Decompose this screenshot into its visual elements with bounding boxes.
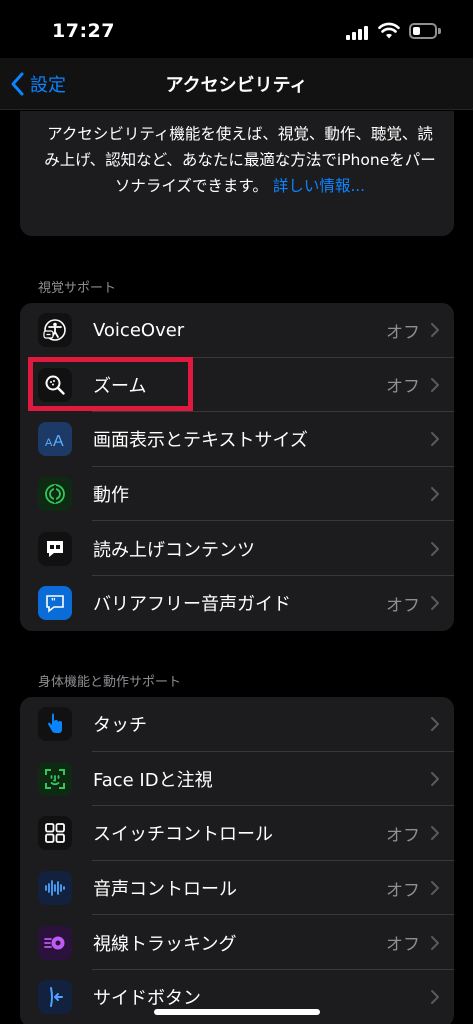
- eye-tracking-icon: [38, 925, 72, 960]
- row-switch-control[interactable]: スイッチコントロール オフ: [20, 806, 454, 861]
- status-time: 17:27: [52, 20, 115, 42]
- row-value: オフ: [386, 377, 420, 398]
- row-label: タッチ: [93, 715, 147, 737]
- chevron-right-icon: [431, 717, 439, 732]
- chevron-right-icon: [431, 323, 439, 338]
- battery-icon: [409, 23, 437, 39]
- home-indicator[interactable]: [154, 1009, 320, 1015]
- row-label: VoiceOver: [93, 319, 185, 341]
- chevron-right-icon: [431, 541, 439, 556]
- row-voiceover[interactable]: VoiceOver オフ: [20, 303, 454, 358]
- face-id-icon: [38, 761, 72, 796]
- row-value: オフ: [386, 935, 420, 956]
- row-motion[interactable]: 動作: [20, 467, 454, 522]
- row-touch[interactable]: タッチ: [20, 697, 454, 752]
- row-label: 音声コントロール: [93, 879, 237, 901]
- intro-card: アクセシビリティ機能を使えば、視覚、動作、聴覚、読み上げ、認知など、あなたに最適…: [20, 111, 454, 236]
- text-size-icon: AA: [38, 422, 72, 457]
- chevron-right-icon: [431, 990, 439, 1005]
- status-bar: 17:27: [0, 0, 473, 60]
- row-value: オフ: [386, 595, 420, 616]
- intro-text: アクセシビリティ機能を使えば、視覚、動作、聴覚、読み上げ、認知など、あなたに最適…: [44, 125, 436, 195]
- row-audio-descriptions[interactable]: " バリアフリー音声ガイド オフ: [20, 576, 454, 631]
- highlight-annotation: [28, 357, 193, 411]
- navigation-bar: 設定 アクセシビリティ: [0, 58, 473, 110]
- row-label: サイドボタン: [93, 988, 201, 1010]
- svg-text:A: A: [45, 437, 53, 449]
- chevron-right-icon: [431, 432, 439, 447]
- physical-group: タッチ Face IDと注視 スイッチコントロール オフ 音声コントロール オフ…: [20, 697, 454, 1024]
- svg-text:A: A: [53, 433, 64, 450]
- voice-control-icon: [38, 871, 72, 906]
- row-value: オフ: [386, 880, 420, 901]
- side-button-icon: [38, 980, 72, 1015]
- audio-description-icon: ": [38, 586, 72, 621]
- row-eye-tracking[interactable]: 視線トラッキング オフ: [20, 915, 454, 970]
- row-value: オフ: [386, 825, 420, 846]
- wifi-icon: [378, 22, 400, 39]
- cellular-signal-icon: [346, 25, 370, 40]
- row-side-button[interactable]: サイドボタン: [20, 970, 454, 1024]
- chevron-right-icon: [431, 771, 439, 786]
- chevron-right-icon: [431, 935, 439, 950]
- row-face-id[interactable]: Face IDと注視: [20, 752, 454, 807]
- row-voice-control[interactable]: 音声コントロール オフ: [20, 861, 454, 916]
- section-header-physical: 身体機能と動作サポート: [38, 675, 182, 690]
- chevron-right-icon: [431, 377, 439, 392]
- row-label: スイッチコントロール: [93, 824, 273, 846]
- row-display-text-size[interactable]: AA 画面表示とテキストサイズ: [20, 412, 454, 467]
- learn-more-link[interactable]: 詳しい情報...: [273, 177, 365, 195]
- page-title: アクセシビリティ: [165, 75, 308, 96]
- motion-icon: [38, 477, 72, 512]
- section-header-vision: 視覚サポート: [38, 281, 117, 296]
- row-label: 読み上げコンテンツ: [93, 539, 255, 561]
- row-label: 動作: [93, 485, 129, 507]
- chevron-right-icon: [431, 881, 439, 896]
- intro-description: アクセシビリティ機能を使えば、視覚、動作、聴覚、読み上げ、認知など、あなたに最適…: [40, 121, 440, 199]
- vision-group: VoiceOver オフ ズーム オフ AA 画面表示とテキストサイズ 動作 読…: [20, 303, 454, 631]
- chevron-right-icon: [431, 487, 439, 502]
- touch-icon: [38, 707, 72, 742]
- row-spoken-content[interactable]: 読み上げコンテンツ: [20, 521, 454, 576]
- row-label: バリアフリー音声ガイド: [93, 594, 291, 616]
- voiceover-icon: [38, 313, 72, 348]
- svg-text:": ": [51, 597, 56, 608]
- spoken-content-icon: [38, 531, 72, 566]
- row-label: 視線トラッキング: [93, 933, 237, 955]
- row-label: Face IDと注視: [93, 769, 213, 791]
- battery-cap: [438, 28, 441, 34]
- switch-control-icon: [38, 816, 72, 851]
- row-value: オフ: [386, 322, 420, 343]
- chevron-right-icon: [431, 826, 439, 841]
- chevron-right-icon: [431, 596, 439, 611]
- row-label: 画面表示とテキストサイズ: [93, 430, 308, 452]
